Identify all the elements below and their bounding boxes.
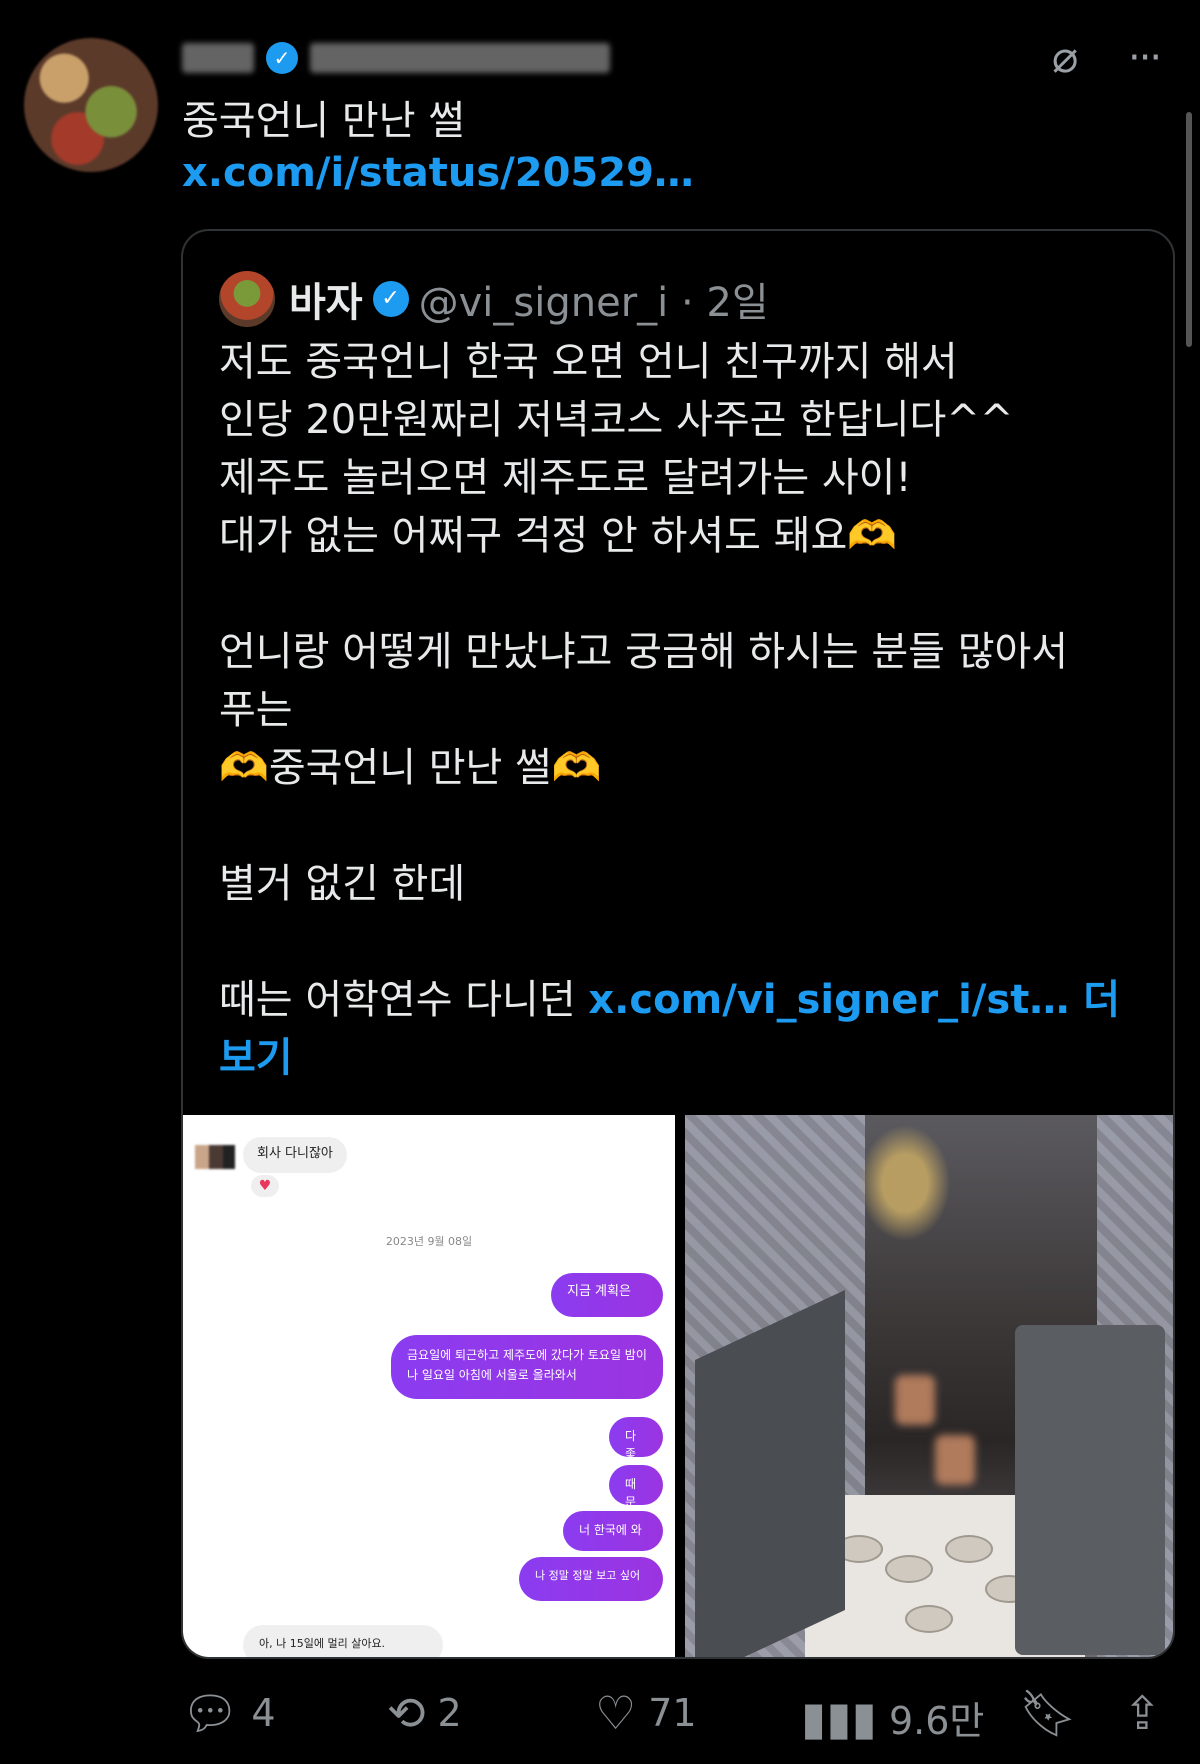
quote-line: 인당 20만원짜리 저녁코스 사주곤 한답니다^^ <box>219 397 1014 443</box>
grok-icon[interactable]: ⌀ <box>1052 36 1079 80</box>
quoted-post[interactable]: 바자 ✓ @vi_signer_i · 2일 저도 중국언니 한국 오면 언니 … <box>181 229 1175 1659</box>
repost-icon: ⟲ <box>387 1686 426 1740</box>
quote-line: 보기 <box>219 1029 1149 1087</box>
quote-header: 바자 ✓ @vi_signer_i · 2일 <box>289 271 769 327</box>
like-count: 71 <box>648 1691 697 1735</box>
quote-line: 저도 중국언니 한국 오면 언니 친구까지 해서 <box>219 339 958 385</box>
like-button[interactable]: ♡ 71 <box>595 1690 697 1736</box>
chat-date: 2023년 9월 08일 <box>385 1235 473 1248</box>
chat-bubble-outgoing: 지금 계획은 <box>551 1273 663 1317</box>
quote-line: 제주도 놀러오면 제주도로 달려가는 사이! <box>219 455 912 501</box>
quote-author-name[interactable]: 바자 <box>289 270 363 328</box>
post-link[interactable]: x.com/i/status/20529… <box>182 150 694 196</box>
blurred-face <box>895 1375 935 1425</box>
quote-line: 별거 없긴 한데 <box>219 861 466 907</box>
share-button[interactable]: ⇪ <box>1123 1690 1162 1736</box>
quote-handle[interactable]: @vi_signer_i · 2일 <box>419 270 769 328</box>
author-name-blurred[interactable]: ✓ <box>182 38 610 78</box>
chat-bubble-outgoing: 나 정말 정말 보고 싶어 <box>519 1557 663 1601</box>
verified-badge-icon: ✓ <box>372 281 409 317</box>
heart-hands-icon: 🫶 <box>551 745 602 791</box>
views-button[interactable]: ▮▮▮ 9.6만 <box>801 1690 984 1745</box>
menu-board <box>1015 1325 1165 1655</box>
quote-line-text: 때는 어학연수 다니던 <box>219 977 589 1023</box>
heart-icon: ♥ <box>251 1175 279 1197</box>
quote-line: 푸는 <box>219 687 293 733</box>
quote-avatar[interactable] <box>219 271 275 327</box>
chandelier <box>825 1115 985 1285</box>
dish <box>905 1605 953 1633</box>
blurred-handle <box>310 43 610 73</box>
heart-hands-icon: 🫶 <box>847 513 898 559</box>
action-bar: 💬︎ 4 ⟲ 2 ♡ 71 ▮▮▮ 9.6만 🔖︎ ⇪ <box>181 1690 1175 1750</box>
blurred-display-name <box>182 43 254 73</box>
reply-button[interactable]: 💬︎ 4 <box>181 1690 276 1736</box>
share-icon: ⇪ <box>1123 1686 1162 1740</box>
chat-bubble-outgoing: 너 한국에 와 <box>563 1511 663 1551</box>
chat-bubble-outgoing: 금요일에 퇴근하고 제주도에 갔다가 토요일 밤이나 일요일 아침에 서울로 올… <box>391 1335 663 1399</box>
quote-line: 언니랑 어떻게 만났냐고 궁금해 하시는 분들 많아서 <box>219 629 1069 675</box>
quote-line: 🫶중국언니 만난 썰🫶 <box>219 739 1149 797</box>
repost-count: 2 <box>437 1691 462 1735</box>
quote-line: 대가 없는 어쩌구 걱정 안 하셔도 돼요🫶 <box>219 507 1149 565</box>
post-text: 중국언니 만난 썰 <box>182 98 466 144</box>
chat-bubble-incoming: 회사 다니잖아 <box>243 1137 347 1173</box>
more-icon[interactable]: ··· <box>1128 36 1162 80</box>
media-gallery: 회사 다니잖아 ♥ 2023년 9월 08일 지금 계획은 금요일에 퇴근하고 … <box>183 1115 1173 1657</box>
repost-button[interactable]: ⟲ 2 <box>387 1690 462 1736</box>
bookmark-button[interactable]: 🔖︎ <box>1019 1690 1077 1736</box>
chat-bubble-outgoing: 다 좋다 <box>609 1417 663 1479</box>
restaurant-photo-image[interactable] <box>685 1115 1173 1657</box>
show-more-link[interactable]: x.com/vi_signer_i/st… 더 <box>588 977 1120 1023</box>
bookmark-icon: 🔖︎ <box>1019 1686 1078 1740</box>
reply-count: 4 <box>251 1691 276 1735</box>
views-count: 9.6만 <box>888 1699 985 1743</box>
heart-hands-icon: 🫶 <box>219 745 269 791</box>
quote-line-text: 대가 없는 어쩌구 걱정 안 하셔도 돼요 <box>219 513 848 559</box>
dish <box>945 1535 993 1563</box>
avatar[interactable] <box>24 38 158 172</box>
quote-line-text: 중국언니 만난 썰 <box>268 745 552 791</box>
quote-body: 저도 중국언니 한국 오면 언니 친구까지 해서 인당 20만원짜리 저녁코스 … <box>219 333 1149 1087</box>
show-more-link[interactable]: 보기 <box>219 1035 293 1081</box>
quote-line: 때는 어학연수 다니던 x.com/vi_signer_i/st… 더 <box>219 971 1149 1029</box>
chat-screenshot-image[interactable]: 회사 다니잖아 ♥ 2023년 9월 08일 지금 계획은 금요일에 퇴근하고 … <box>183 1115 675 1657</box>
chat-avatar-blurred <box>195 1145 235 1169</box>
dish <box>885 1555 933 1583</box>
heart-icon: ♡ <box>595 1686 637 1740</box>
scrollbar[interactable] <box>1186 112 1192 347</box>
chat-bubble-outgoing: 때문에 <box>609 1465 663 1527</box>
blurred-face <box>935 1435 975 1485</box>
views-icon: ▮▮▮ <box>801 1690 877 1745</box>
chat-bubble-incoming: 아, 나 15일에 멀리 살아요. <box>243 1625 443 1657</box>
verified-badge-icon: ✓ <box>266 42 298 74</box>
reply-icon: 💬︎ <box>181 1686 240 1740</box>
